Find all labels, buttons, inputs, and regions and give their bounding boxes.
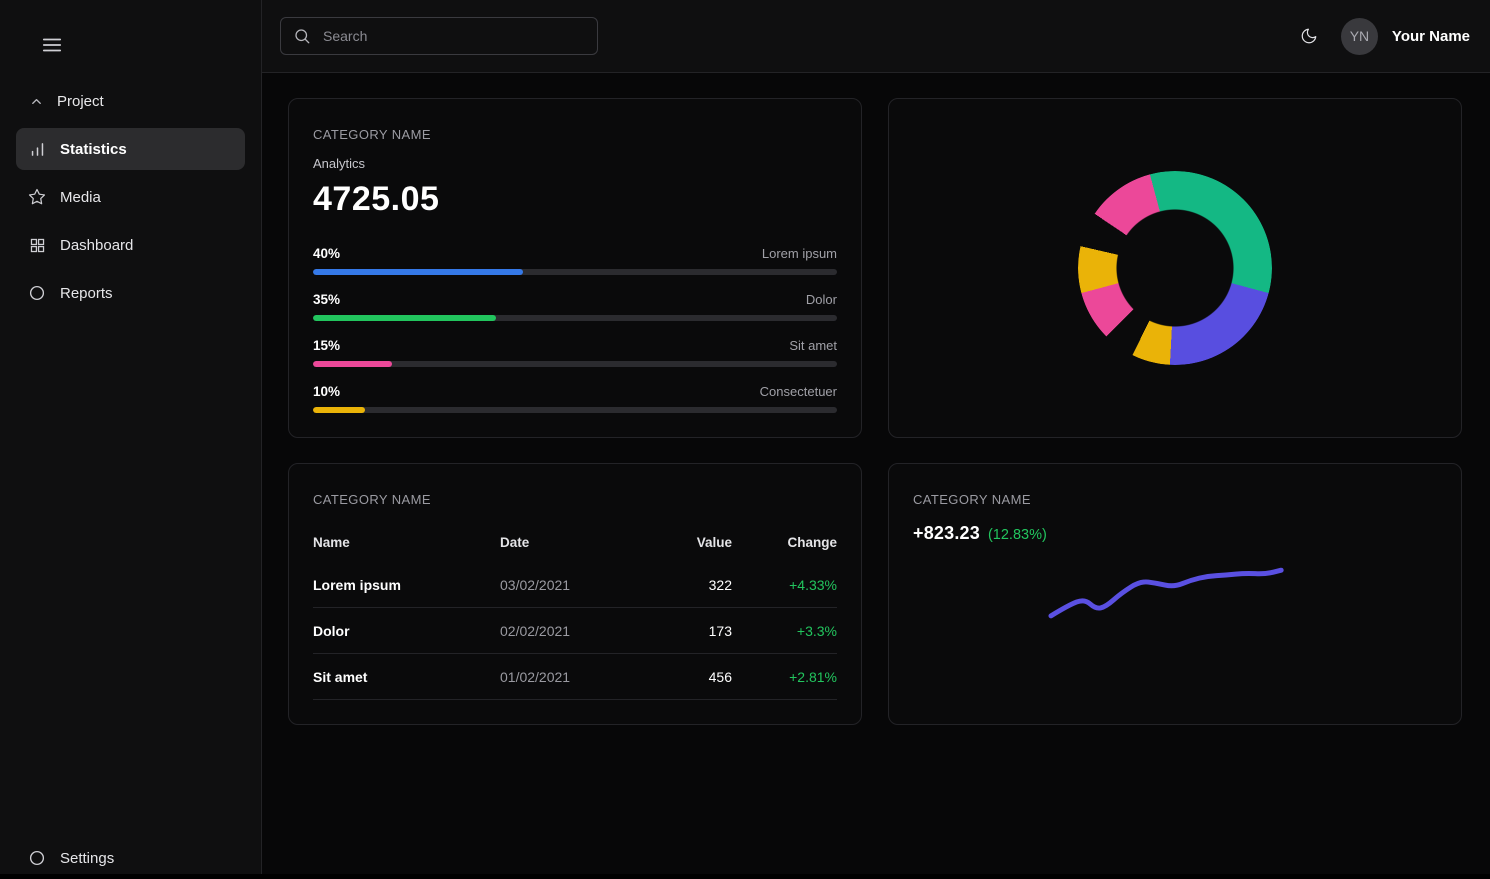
progress-fill <box>313 361 392 367</box>
progress-fill <box>313 315 496 321</box>
content-grid: CATEGORY NAME Analytics 4725.05 40% Lorem… <box>262 73 1490 874</box>
user-name: Your Name <box>1392 28 1470 45</box>
search-box[interactable] <box>280 17 598 55</box>
cell-value: 322 <box>650 577 732 593</box>
progress-labels: 15% Sit amet <box>313 338 837 353</box>
progress-row: 15% Sit amet <box>313 338 837 367</box>
hamburger-icon <box>41 34 63 56</box>
progress-labels: 10% Consectetuer <box>313 384 837 399</box>
top-bar: YN Your Name <box>262 0 1490 73</box>
circle-icon <box>28 284 46 302</box>
trend-line-path <box>1051 570 1281 616</box>
cell-name: Dolor <box>313 623 500 639</box>
progress-row: 10% Consectetuer <box>313 384 837 413</box>
theme-toggle-button[interactable] <box>1300 27 1318 45</box>
cell-date: 02/02/2021 <box>500 623 650 639</box>
progress-track <box>313 361 837 367</box>
cell-name: Sit amet <box>313 669 500 685</box>
card-category-label: CATEGORY NAME <box>313 492 837 507</box>
table-header-row: NameDateValueChange <box>313 524 837 562</box>
analytics-subtitle: Analytics <box>313 156 837 171</box>
moon-icon <box>1300 27 1318 45</box>
cell-date: 03/02/2021 <box>500 577 650 593</box>
progress-track <box>313 315 837 321</box>
sidebar-item-label: Statistics <box>60 141 127 158</box>
table-row[interactable]: Sit amet01/02/2021456+2.81% <box>313 654 837 700</box>
sidebar-item-label: Settings <box>60 850 114 867</box>
cell-change: +4.33% <box>732 577 837 593</box>
table-header-value: Value <box>650 535 732 550</box>
progress-percent: 35% <box>313 292 340 307</box>
analytics-card: CATEGORY NAME Analytics 4725.05 40% Lorem… <box>288 98 862 438</box>
progress-name: Sit amet <box>789 338 837 353</box>
progress-row: 35% Dolor <box>313 292 837 321</box>
table-row[interactable]: Dolor02/02/2021173+3.3% <box>313 608 837 654</box>
sidebar-footer: Settings <box>16 837 245 879</box>
main-area: YN Your Name CATEGORY NAME Analytics 472… <box>262 0 1490 874</box>
progress-bar-list: 40% Lorem ipsum 35% Dolor 15% Sit amet 10% Cons… <box>313 246 837 413</box>
sidebar-group-label: Project <box>57 93 104 110</box>
progress-name: Dolor <box>806 292 837 307</box>
sidebar-item-label: Reports <box>60 285 113 302</box>
bar-chart-icon <box>28 140 46 158</box>
donut-card <box>888 98 1462 438</box>
progress-percent: 10% <box>313 384 340 399</box>
cell-date: 01/02/2021 <box>500 669 650 685</box>
circle-icon <box>28 849 46 867</box>
progress-name: Consectetuer <box>760 384 837 399</box>
star-icon <box>28 188 46 206</box>
menu-toggle-button[interactable] <box>40 33 64 57</box>
sidebar-item-label: Media <box>60 189 101 206</box>
chevron-up-icon <box>29 94 44 109</box>
app-window: Project StatisticsMediaDashboardReports … <box>0 0 1490 874</box>
analytics-value: 4725.05 <box>313 180 837 219</box>
progress-percent: 15% <box>313 338 340 353</box>
progress-labels: 35% Dolor <box>313 292 837 307</box>
dashboard-screen: { "sidebar": { "group": { "label": "Proj… <box>0 0 1490 874</box>
card-category-label: CATEGORY NAME <box>313 127 837 142</box>
trend-card: CATEGORY NAME +823.23 (12.83%) <box>888 463 1462 725</box>
sidebar-group-project[interactable]: Project <box>16 88 245 114</box>
sidebar-item-label: Dashboard <box>60 237 133 254</box>
table-header-name: Name <box>313 535 500 550</box>
cell-name: Lorem ipsum <box>313 577 500 593</box>
cell-value: 456 <box>650 669 732 685</box>
progress-fill <box>313 407 365 413</box>
sidebar-item-reports[interactable]: Reports <box>16 272 245 314</box>
progress-track <box>313 269 837 275</box>
cell-change: +3.3% <box>732 623 837 639</box>
cell-change: +2.81% <box>732 669 837 685</box>
grid-icon <box>28 236 46 254</box>
donut-chart <box>1078 171 1272 365</box>
cell-value: 173 <box>650 623 732 639</box>
sidebar: Project StatisticsMediaDashboardReports … <box>0 0 262 874</box>
progress-labels: 40% Lorem ipsum <box>313 246 837 261</box>
table-header-date: Date <box>500 535 650 550</box>
progress-row: 40% Lorem ipsum <box>313 246 837 275</box>
sidebar-item-dashboard[interactable]: Dashboard <box>16 224 245 266</box>
table-card: CATEGORY NAME NameDateValueChangeLorem i… <box>288 463 862 725</box>
sidebar-item-media[interactable]: Media <box>16 176 245 218</box>
sidebar-nav: Statistics Media Dashboard Reports <box>16 128 245 314</box>
data-table: NameDateValueChangeLorem ipsum03/02/2021… <box>313 524 837 700</box>
trend-line-chart <box>889 464 1461 724</box>
sidebar-item-settings[interactable]: Settings <box>16 837 245 879</box>
search-icon <box>293 27 311 45</box>
progress-name: Lorem ipsum <box>762 246 837 261</box>
progress-percent: 40% <box>313 246 340 261</box>
progress-fill <box>313 269 523 275</box>
table-header-change: Change <box>732 535 837 550</box>
table-row[interactable]: Lorem ipsum03/02/2021322+4.33% <box>313 562 837 608</box>
sidebar-item-statistics[interactable]: Statistics <box>16 128 245 170</box>
search-input[interactable] <box>321 27 585 45</box>
user-menu[interactable]: YN Your Name <box>1341 18 1470 55</box>
progress-track <box>313 407 837 413</box>
avatar: YN <box>1341 18 1378 55</box>
avatar-initials: YN <box>1350 28 1369 44</box>
top-bar-right: YN Your Name <box>1300 18 1470 55</box>
